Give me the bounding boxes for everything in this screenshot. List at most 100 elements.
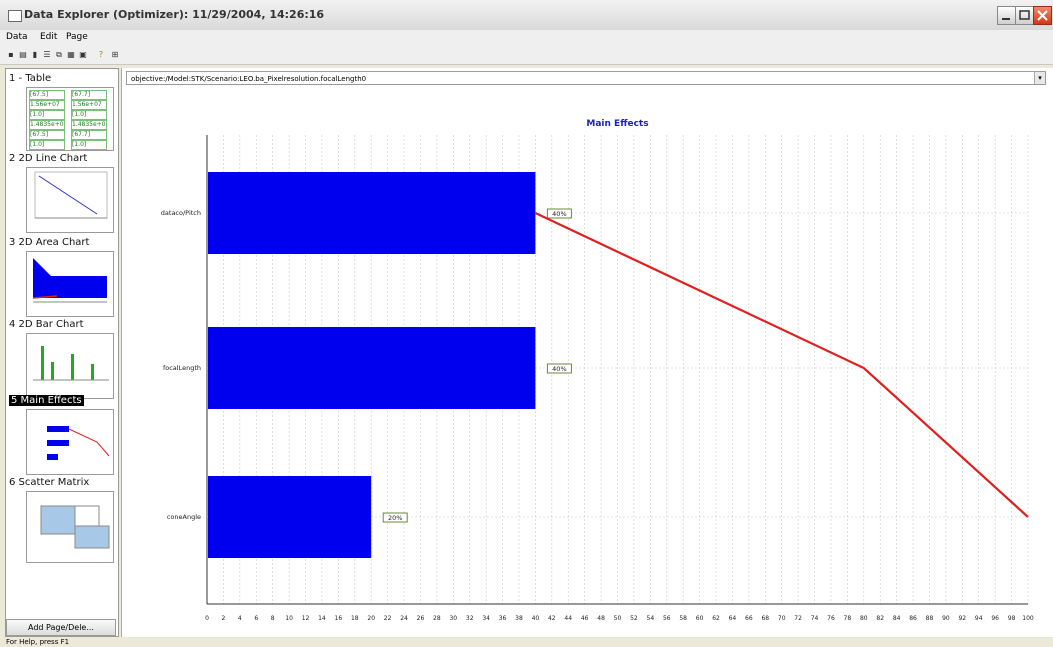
- x-tick-label: 60: [696, 615, 704, 622]
- bar-chart-thumbnail-icon: [33, 346, 109, 381]
- toolbar: ▪ ▤ ▮ ☰ ⧉ ▦ ▣ ? ⊞: [0, 46, 1053, 65]
- x-tick-label: 16: [335, 615, 343, 622]
- x-tick-label: 78: [844, 615, 852, 622]
- y-category-label: dataco/Pitch: [161, 209, 201, 217]
- menu-page[interactable]: Page: [66, 32, 88, 42]
- x-tick-label: 14: [318, 615, 326, 622]
- x-tick-label: 40: [532, 615, 540, 622]
- x-tick-label: 22: [384, 615, 392, 622]
- export-icon[interactable]: ▮: [30, 50, 40, 60]
- add-page-button[interactable]: Add Page/Dele...: [6, 619, 116, 636]
- maximize-button[interactable]: [1015, 6, 1034, 25]
- scatter-matrix-thumbnail-icon: [40, 505, 110, 549]
- thumb-table[interactable]: [67.5] [67.7] 1.56e+07 1.56e+07 [1.0] [1…: [26, 87, 114, 151]
- table-thumb-cell: 1.4835e+01: [71, 120, 107, 130]
- table-thumb-cell: [67.5]: [29, 130, 65, 140]
- app-window-icon: [8, 10, 22, 22]
- x-tick-label: 46: [581, 615, 589, 622]
- x-tick-label: 34: [482, 615, 490, 622]
- x-tick-label: 2: [222, 615, 226, 622]
- page-list-sidebar: 1 - Table [67.5] [67.7] 1.56e+07 1.56e+0…: [5, 68, 119, 637]
- table-thumb-cell: [67.7]: [71, 90, 107, 100]
- table-thumb-cell: [1.0]: [71, 110, 107, 120]
- page-item-main-effects[interactable]: 5 Main Effects: [9, 395, 84, 406]
- chart-icon[interactable]: ▦: [66, 50, 76, 60]
- x-tick-label: 24: [400, 615, 408, 622]
- x-tick-label: 72: [794, 615, 802, 622]
- page-item-scatter-matrix[interactable]: 6 Scatter Matrix: [9, 477, 89, 488]
- x-tick-label: 10: [285, 615, 293, 622]
- title-bar: Data Explorer (Optimizer): 11/29/2004, 1…: [0, 0, 1053, 31]
- x-tick-label: 12: [302, 615, 310, 622]
- y-category-label: coneAngle: [167, 513, 201, 521]
- x-tick-label: 6: [254, 615, 258, 622]
- x-tick-label: 84: [893, 615, 901, 622]
- thumb-line-chart[interactable]: [26, 167, 114, 233]
- help-icon[interactable]: ?: [96, 50, 106, 60]
- chart-title: Main Effects: [586, 119, 648, 129]
- copy-icon[interactable]: ⧉: [54, 50, 64, 60]
- status-text: For Help, press F1: [6, 638, 70, 646]
- x-tick-label: 32: [466, 615, 474, 622]
- x-tick-label: 4: [238, 615, 242, 622]
- bar-0: [208, 172, 536, 254]
- table-thumb-cell: [1.0]: [29, 140, 65, 150]
- page-item-bar-chart[interactable]: 4 2D Bar Chart: [9, 319, 84, 330]
- line-chart-thumbnail-icon: [34, 171, 108, 219]
- x-tick-label: 48: [597, 615, 605, 622]
- page-item-table[interactable]: 1 - Table: [9, 73, 51, 84]
- x-tick-label: 8: [271, 615, 275, 622]
- table-thumb-cell: 1.56e+07: [29, 100, 65, 110]
- minimize-button[interactable]: [997, 6, 1016, 25]
- x-tick-label: 42: [548, 615, 556, 622]
- value-label: 20%: [388, 514, 402, 522]
- x-tick-label: 66: [745, 615, 753, 622]
- value-label: 40%: [552, 210, 566, 218]
- x-tick-label: 96: [991, 615, 999, 622]
- x-tick-label: 100: [1022, 615, 1034, 622]
- table-thumb-cell: 1.56e+07: [71, 100, 107, 110]
- thumb-bar-chart[interactable]: [26, 333, 114, 399]
- y-category-label: focalLength: [163, 364, 201, 372]
- x-tick-label: 20: [367, 615, 375, 622]
- bar-1: [208, 327, 536, 409]
- status-bar: For Help, press F1: [0, 637, 1053, 647]
- thumb-area-chart[interactable]: [26, 251, 114, 317]
- table-thumb-cell: [1.0]: [29, 110, 65, 120]
- save-icon[interactable]: ▪: [6, 50, 16, 60]
- thumb-scatter-matrix[interactable]: [26, 491, 114, 563]
- x-tick-label: 80: [860, 615, 868, 622]
- x-tick-label: 82: [876, 615, 884, 622]
- x-tick-label: 64: [729, 615, 737, 622]
- main-effects-thumbnail-icon: [47, 426, 110, 460]
- x-tick-label: 76: [827, 615, 835, 622]
- main-content: objective:/Model:STK/Scenario:LEO.ba_Pix…: [121, 68, 1053, 637]
- x-tick-label: 58: [679, 615, 687, 622]
- menu-bar: Data Edit Page: [0, 30, 1053, 46]
- x-tick-label: 44: [564, 615, 572, 622]
- x-tick-label: 28: [433, 615, 441, 622]
- close-button[interactable]: [1033, 6, 1052, 25]
- x-tick-label: 0: [205, 615, 209, 622]
- x-tick-label: 26: [417, 615, 425, 622]
- table-thumb-cell: [67.7]: [71, 130, 107, 140]
- x-tick-label: 54: [647, 615, 655, 622]
- main-effects-chart: Main Effects0 2 4 6 8 10 12 14 16 18 20 22 24 26 28 30 3…: [161, 119, 1034, 622]
- page-item-line-chart[interactable]: 2 2D Line Chart: [9, 153, 87, 164]
- page-item-area-chart[interactable]: 3 2D Area Chart: [9, 237, 89, 248]
- x-tick-label: 50: [614, 615, 622, 622]
- thumb-main-effects[interactable]: [26, 409, 114, 475]
- print-icon[interactable]: ▤: [18, 50, 28, 60]
- settings-icon[interactable]: ▣: [78, 50, 88, 60]
- x-tick-label: 68: [761, 615, 769, 622]
- x-tick-label: 56: [663, 615, 671, 622]
- x-tick-label: 38: [515, 615, 523, 622]
- x-tick-label: 86: [909, 615, 917, 622]
- table-thumb-cell: [1.0]: [71, 140, 107, 150]
- menu-data[interactable]: Data: [6, 32, 28, 42]
- x-tick-label: 74: [811, 615, 819, 622]
- pin-icon[interactable]: ⊞: [110, 50, 120, 60]
- x-tick-label: 90: [942, 615, 950, 622]
- menu-edit[interactable]: Edit: [40, 32, 57, 42]
- table-icon[interactable]: ☰: [42, 50, 52, 60]
